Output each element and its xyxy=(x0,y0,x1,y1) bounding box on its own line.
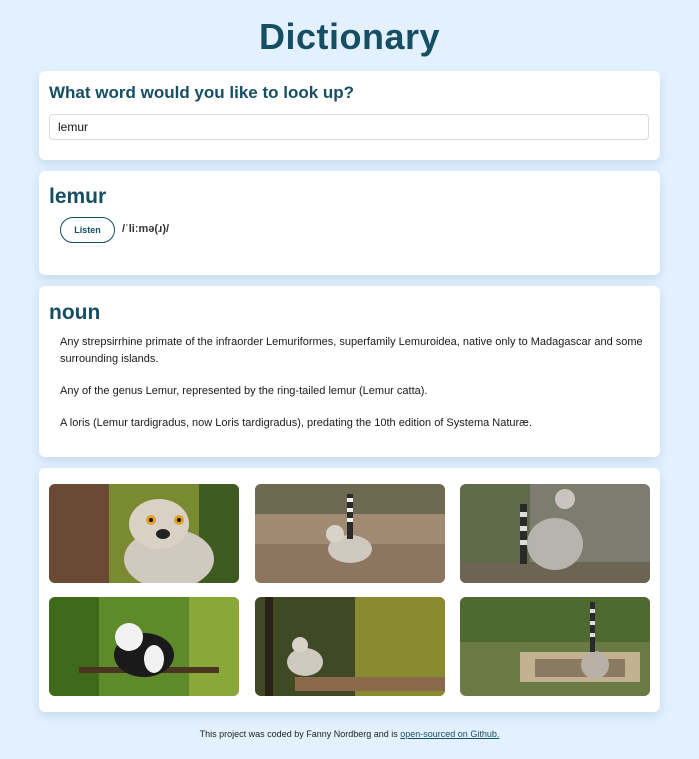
lemur-photo-icon xyxy=(255,597,445,696)
search-heading: What word would you like to look up? xyxy=(49,83,355,102)
lemur-photo[interactable] xyxy=(255,597,445,696)
definition-item: Any strepsirrhine primate of the infraor… xyxy=(60,336,643,365)
footer-text: This project was coded by Fanny Nordberg… xyxy=(199,729,401,739)
search-card: What word would you like to look up? xyxy=(39,71,660,160)
phonetic-text: /ˈliːmə(ɹ)/ xyxy=(122,223,170,235)
lemur-photo[interactable] xyxy=(460,597,650,696)
app-title: Dictionary xyxy=(258,16,441,57)
github-link[interactable]: open-sourced on Github. xyxy=(400,729,499,739)
lemur-photo[interactable] xyxy=(460,484,650,583)
lemur-photo-icon xyxy=(460,597,650,696)
word-card: lemur Listen /ˈliːmə(ɹ)/ xyxy=(39,171,660,275)
definition-item: A loris (Lemur tardigradus, now Loris ta… xyxy=(60,417,533,429)
lemur-photo-icon xyxy=(255,484,445,583)
definition-item: Any of the genus Lemur, represented by t… xyxy=(60,385,428,397)
footer: This project was coded by Fanny Nordberg… xyxy=(0,729,699,739)
lemur-photo[interactable] xyxy=(255,484,445,583)
lemur-photo-icon xyxy=(460,484,650,583)
lemur-photo[interactable] xyxy=(49,597,239,696)
search-input[interactable] xyxy=(49,114,649,140)
word-heading: lemur xyxy=(49,185,107,208)
lemur-photo-icon xyxy=(49,597,239,696)
meaning-card: noun Any strepsirrhine primate of the in… xyxy=(39,286,660,457)
photos-card xyxy=(39,468,660,712)
part-of-speech: noun xyxy=(49,301,101,324)
lemur-photo-icon xyxy=(49,484,239,583)
listen-button[interactable]: Listen xyxy=(60,217,115,243)
lemur-photo[interactable] xyxy=(49,484,239,583)
definition-list: Any strepsirrhine primate of the infraor… xyxy=(60,334,650,447)
